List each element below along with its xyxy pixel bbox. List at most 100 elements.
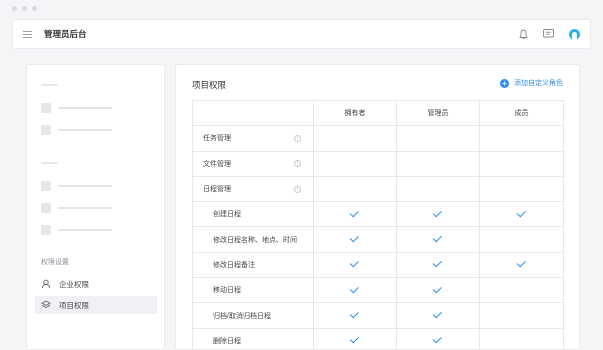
window-dot: [12, 6, 17, 11]
checkmark-icon: [349, 208, 359, 218]
checkmark-icon: [516, 208, 526, 218]
sidebar: 权限设置 企业权限 项目权限: [26, 64, 165, 350]
table-header-row: 拥有者 管理员 成员: [192, 99, 564, 127]
placeholder-line: [58, 107, 112, 109]
top-header: 管理员后台: [12, 19, 591, 49]
checkmark-icon: [349, 309, 359, 319]
permission-name-cell: 任务管理 i: [192, 125, 314, 152]
permission-check-cell[interactable]: [479, 150, 564, 177]
permission-check-cell[interactable]: [479, 302, 564, 329]
permission-check-cell[interactable]: [313, 251, 397, 279]
main-panel: 项目权限 + 添加自定义角色 拥有者 管理员 成员 任务管理 i 文件管理 i 日程管理…: [175, 64, 580, 350]
sidebar-item-label: 企业权限: [59, 279, 89, 289]
placeholder-box: [41, 103, 51, 113]
checkmark-icon: [432, 233, 442, 243]
permission-check-cell[interactable]: [396, 201, 480, 228]
permission-check-cell[interactable]: [313, 327, 397, 350]
column-header: 拥有者: [313, 99, 397, 127]
permission-check-cell[interactable]: [479, 175, 564, 203]
sidebar-item-label: 项目权限: [59, 300, 89, 310]
permission-check-cell[interactable]: [313, 125, 397, 152]
table-row: 修改日程名称、地点、时间: [192, 226, 564, 253]
permission-name-cell: 修改日程备注: [192, 251, 314, 279]
permission-check-cell[interactable]: [396, 327, 480, 350]
placeholder-box: [41, 225, 51, 235]
permission-name-cell: 日程管理 i: [192, 175, 314, 203]
permission-check-cell[interactable]: [479, 226, 564, 253]
checkmark-icon: [349, 283, 359, 294]
message-icon[interactable]: [543, 29, 554, 39]
table-row: 日程管理 i: [192, 175, 564, 203]
permission-table: 拥有者 管理员 成员 任务管理 i 文件管理 i 日程管理 i 创建日程 修改日程名称、地点、…: [192, 99, 564, 350]
checkmark-icon: [516, 258, 526, 268]
permission-name-cell: 修改日程名称、地点、时间: [192, 226, 314, 253]
permission-check-cell[interactable]: [479, 277, 564, 304]
bell-icon[interactable]: [519, 29, 528, 40]
table-row: 文件管理 i: [192, 150, 564, 177]
placeholder-box: [41, 181, 51, 191]
permission-name-cell: 归档/取消归档日程: [192, 302, 314, 329]
placeholder-line: [58, 129, 112, 131]
table-row: 创建日程: [192, 201, 564, 228]
checkmark-icon: [432, 334, 442, 344]
permission-check-cell[interactable]: [313, 226, 397, 253]
info-icon[interactable]: i: [294, 134, 301, 142]
checkmark-icon: [349, 334, 359, 344]
permission-check-cell[interactable]: [396, 125, 480, 152]
permission-check-cell[interactable]: [313, 175, 397, 203]
permission-name-cell: 文件管理 i: [192, 150, 314, 177]
permission-check-cell[interactable]: [396, 226, 480, 253]
app-title: 管理员后台: [44, 29, 87, 39]
placeholder-box: [41, 203, 51, 213]
permission-name: 任务管理: [203, 135, 231, 143]
add-custom-role-button[interactable]: + 添加自定义角色: [500, 78, 563, 88]
permission-check-cell[interactable]: [396, 302, 480, 329]
permission-name: 日程管理: [203, 186, 231, 194]
checkmark-icon: [432, 283, 442, 294]
column-header-empty: [192, 99, 314, 127]
sidebar-item-project-permission[interactable]: 项目权限: [35, 296, 157, 314]
permission-check-cell[interactable]: [313, 302, 397, 329]
placeholder-line: [58, 207, 112, 209]
permission-name: 移动日程: [213, 287, 241, 295]
placeholder-line: [58, 185, 112, 187]
table-row: 归档/取消归档日程: [192, 302, 564, 329]
plus-icon: +: [500, 78, 509, 88]
permission-check-cell[interactable]: [479, 201, 564, 228]
permission-check-cell[interactable]: [479, 327, 564, 350]
permission-check-cell[interactable]: [479, 125, 564, 152]
layers-icon: [41, 300, 51, 310]
permission-check-cell[interactable]: [313, 201, 397, 228]
permission-check-cell[interactable]: [396, 277, 480, 304]
permission-name-cell: 删除日程: [192, 327, 314, 350]
page-title: 项目权限: [192, 80, 227, 90]
permission-name-cell: 创建日程: [192, 201, 314, 228]
checkmark-icon: [349, 233, 359, 243]
sidebar-item-enterprise-permission[interactable]: 企业权限: [35, 275, 157, 293]
checkmark-icon: [432, 309, 442, 319]
placeholder-box: [41, 125, 51, 135]
table-row: 移动日程: [192, 277, 564, 304]
permission-check-cell[interactable]: [396, 175, 480, 203]
add-custom-role-label: 添加自定义角色: [514, 80, 563, 87]
avatar-icon[interactable]: [569, 28, 580, 40]
column-header: 成员: [479, 99, 564, 127]
table-row: 修改日程备注: [192, 251, 564, 279]
window-dot: [32, 6, 37, 11]
window-controls: [12, 6, 37, 11]
permission-check-cell[interactable]: [313, 277, 397, 304]
permission-name: 删除日程: [213, 337, 241, 345]
permission-name: 修改日程名称、地点、时间: [213, 236, 297, 244]
info-icon[interactable]: i: [294, 185, 301, 193]
permission-section-title: 权限设置: [41, 259, 69, 266]
permission-check-cell[interactable]: [396, 251, 480, 279]
permission-check-cell[interactable]: [479, 251, 564, 279]
permission-check-cell[interactable]: [313, 150, 397, 177]
menu-icon[interactable]: [23, 30, 32, 38]
info-icon[interactable]: i: [294, 160, 301, 168]
permission-name: 修改日程备注: [213, 261, 255, 269]
placeholder-line: [58, 229, 112, 231]
permission-name: 创建日程: [213, 211, 241, 219]
permission-check-cell[interactable]: [396, 150, 480, 177]
checkmark-icon: [349, 258, 359, 268]
